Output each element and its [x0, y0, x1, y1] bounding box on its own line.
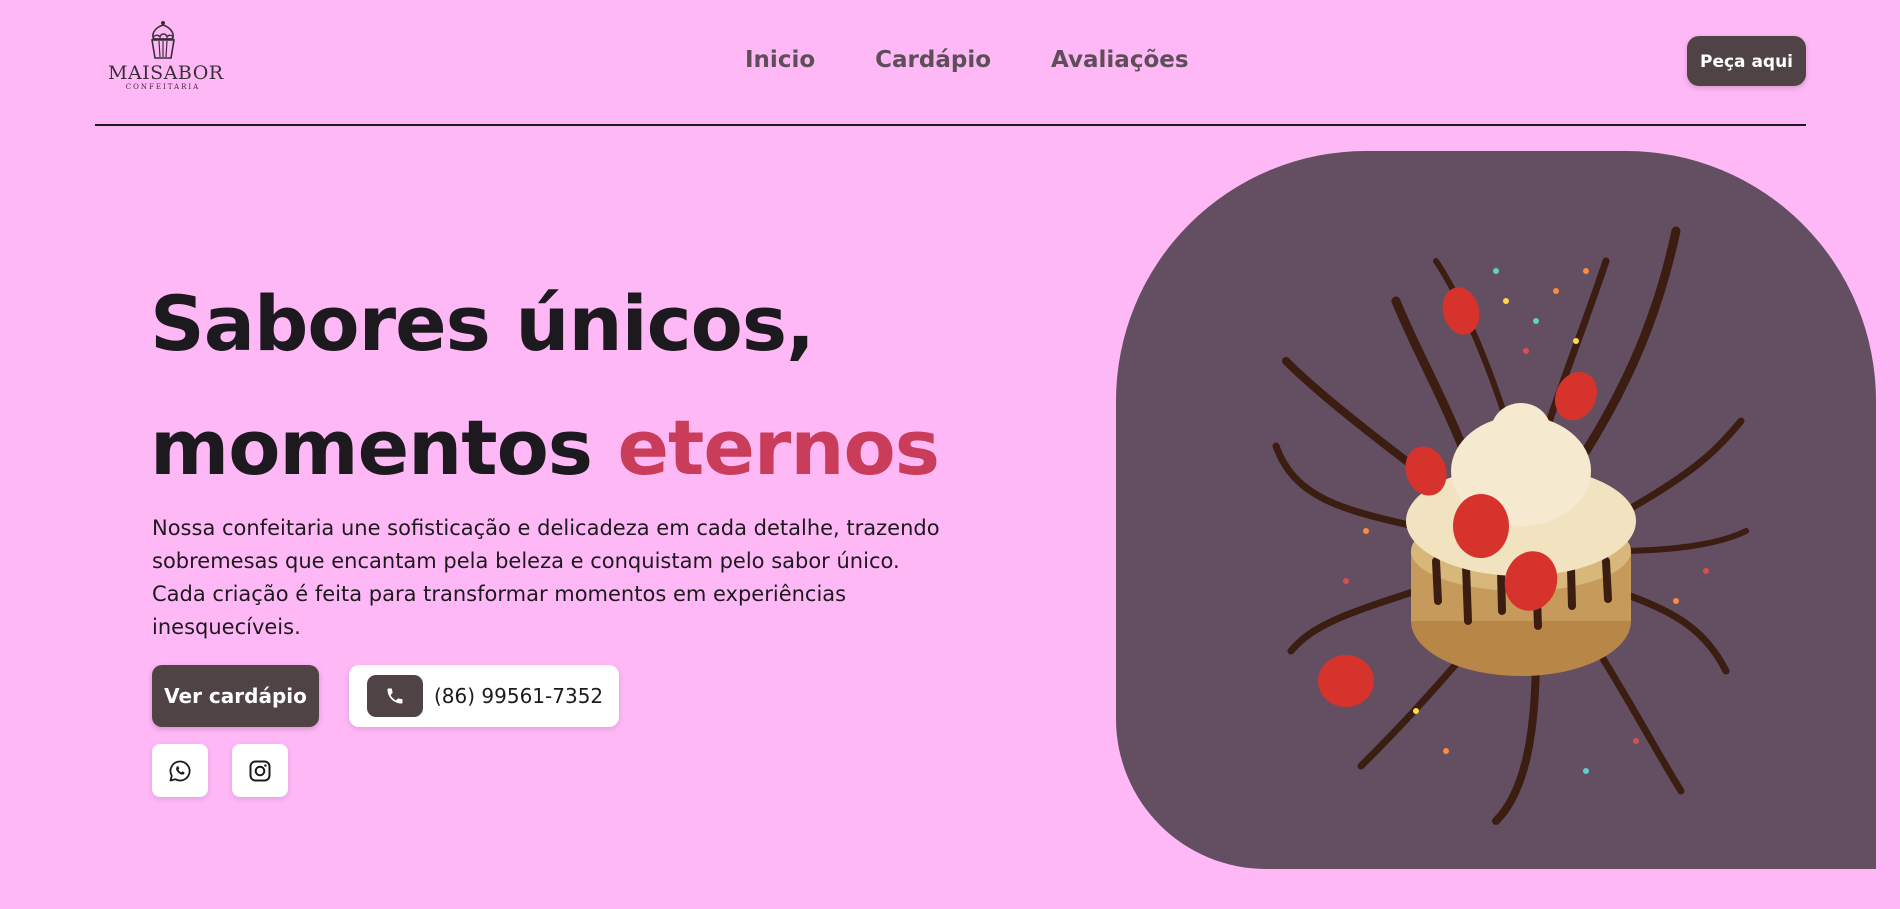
- hero-title-line2: momentos: [150, 403, 593, 492]
- cupcake-icon: [151, 21, 175, 59]
- hero-title: Sabores únicos, momentos eternos: [150, 262, 940, 510]
- instagram-icon: [249, 760, 271, 781]
- main-nav: Inicio Cardápio Avaliações: [745, 44, 1189, 76]
- phone-icon-box: [367, 675, 423, 717]
- brand-tagline: CONFEITARIA: [125, 83, 201, 91]
- view-menu-button[interactable]: Ver cardápio: [152, 665, 319, 727]
- hero-description: Nossa confeitaria une sofisticação e del…: [152, 516, 940, 639]
- phone-icon: [387, 688, 403, 704]
- hero-image-panel: [1116, 151, 1876, 869]
- phone-button[interactable]: (86) 99561-7352: [349, 665, 619, 727]
- nav-item-inicio[interactable]: Inicio: [745, 44, 815, 76]
- order-button[interactable]: Peça aqui: [1687, 36, 1806, 86]
- nav-item-avaliacoes[interactable]: Avaliações: [1051, 44, 1189, 76]
- instagram-button[interactable]: [232, 744, 288, 797]
- hero-actions: Ver cardápio (86) 99561-7352: [152, 665, 619, 727]
- whatsapp-icon: [169, 760, 191, 781]
- brand-logo[interactable]: MAISABOR CONFEITARIA: [108, 20, 224, 96]
- phone-number: (86) 99561-7352: [434, 684, 604, 708]
- hero-cake-image: [1272, 226, 1749, 825]
- whatsapp-button[interactable]: [152, 744, 208, 797]
- hero-title-line1: Sabores únicos,: [150, 279, 815, 368]
- hero-title-accent: eternos: [617, 403, 940, 492]
- site-header: MAISABOR CONFEITARIA Inicio Cardápio Ava…: [95, 0, 1806, 126]
- social-links: [152, 744, 288, 797]
- nav-item-cardapio[interactable]: Cardápio: [875, 44, 991, 76]
- brand-name: MAISABOR: [108, 62, 224, 84]
